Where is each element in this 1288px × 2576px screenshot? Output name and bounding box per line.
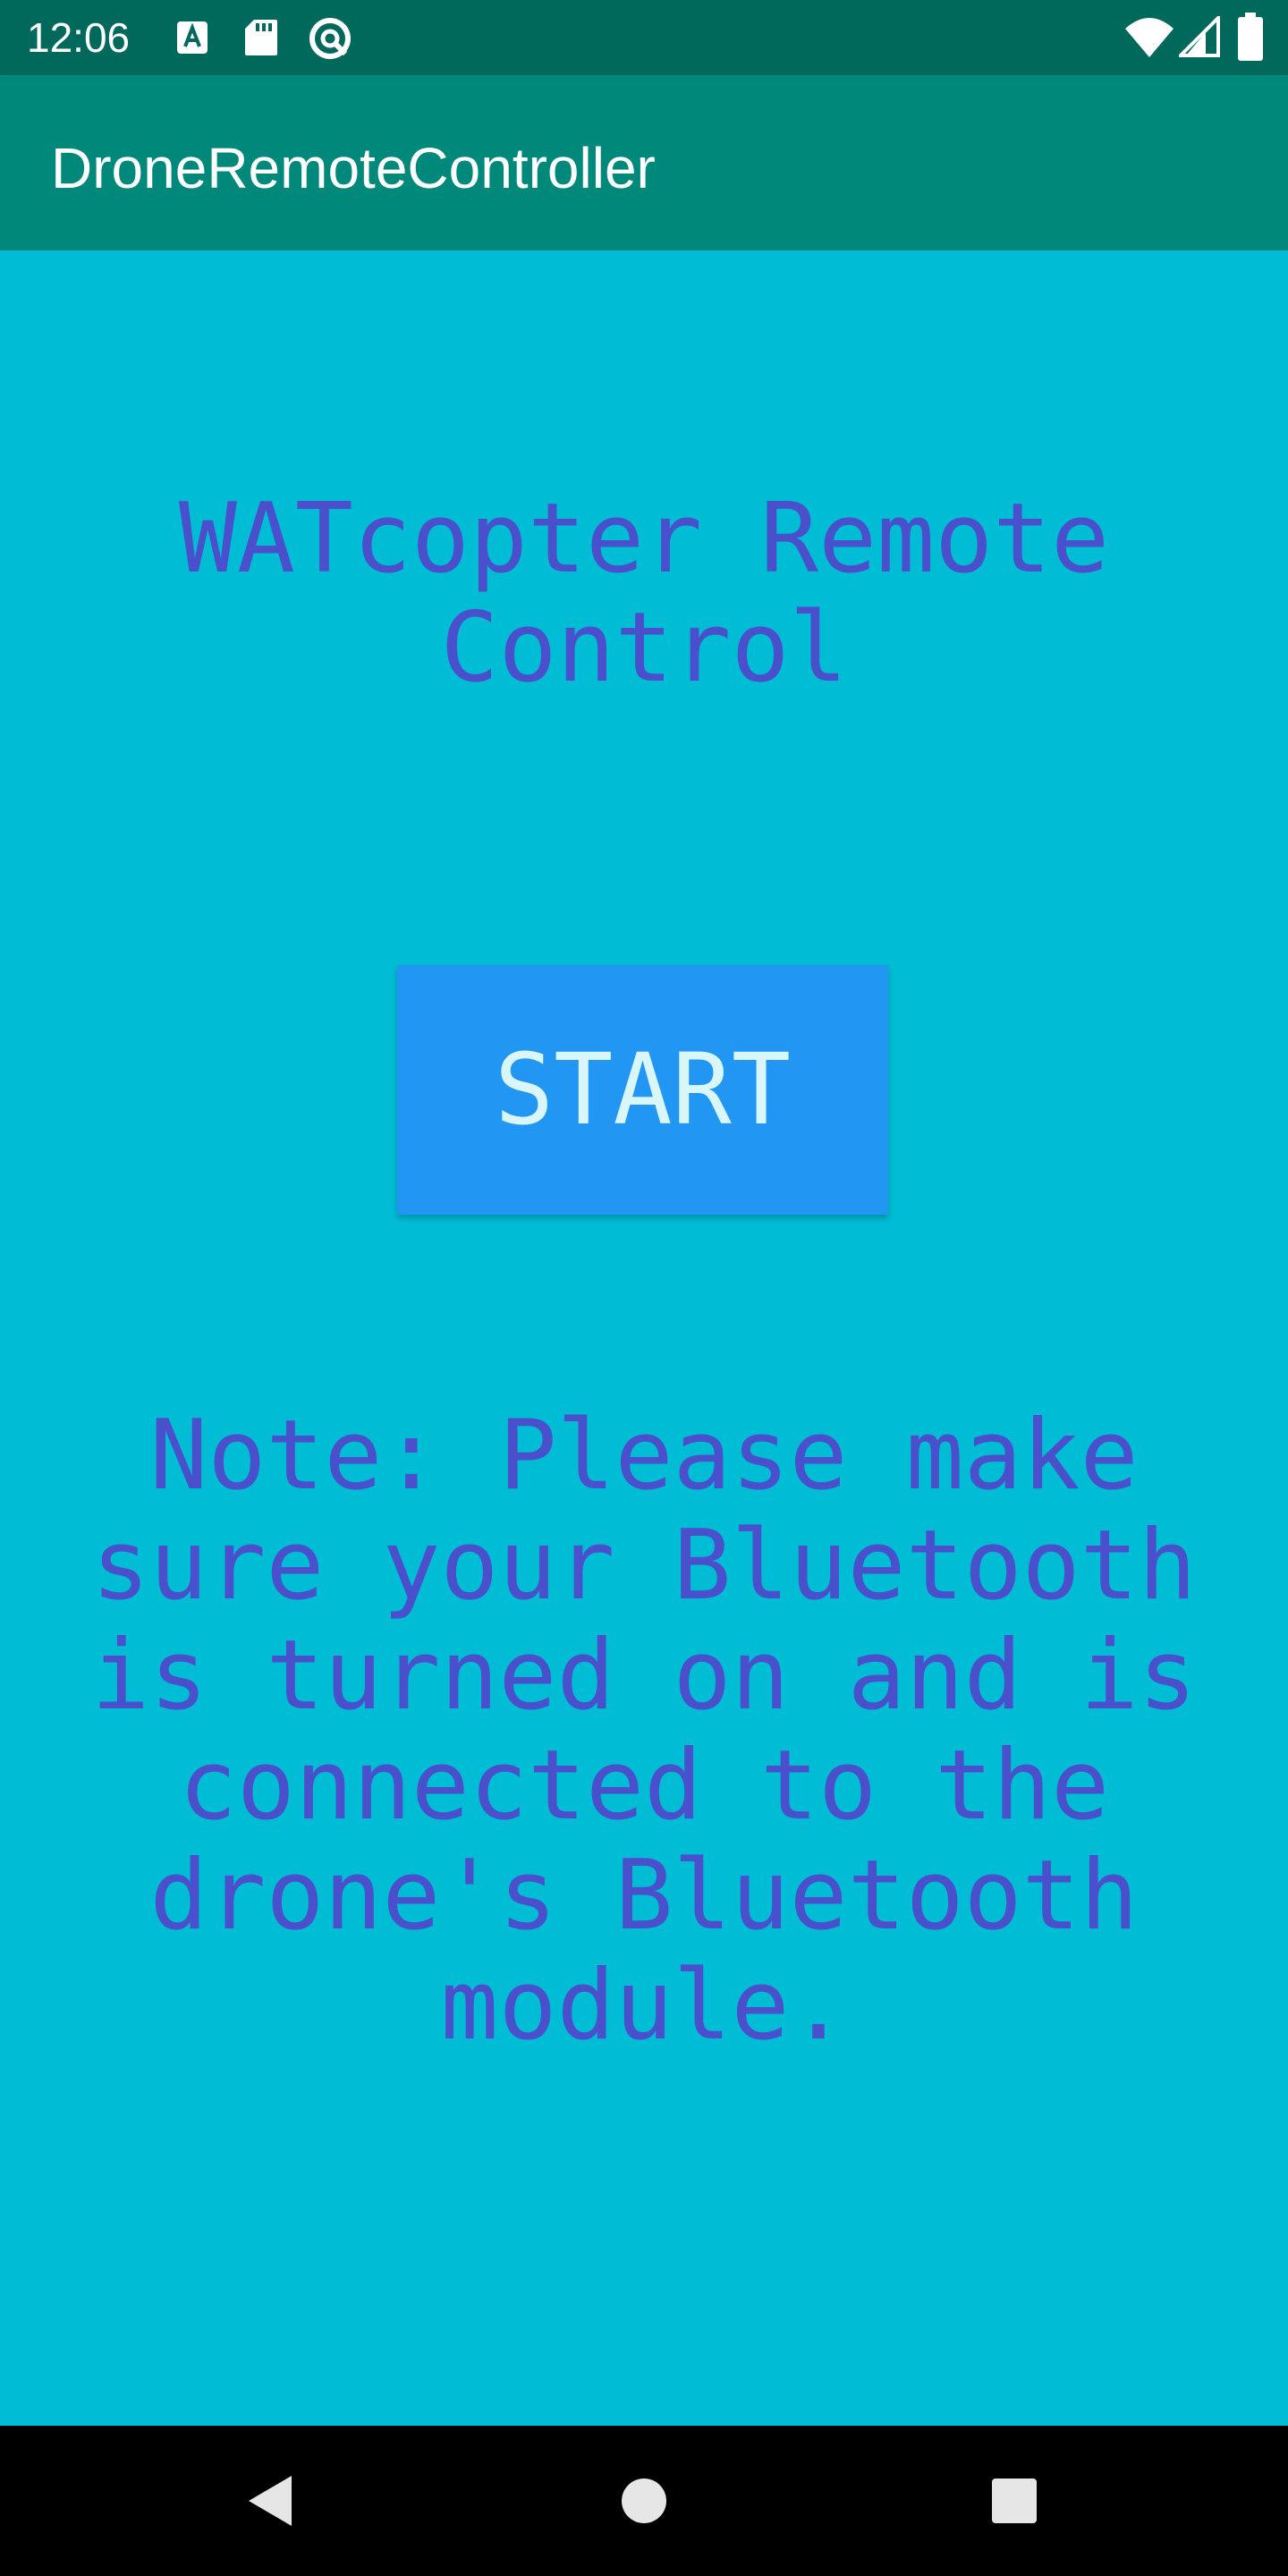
start-button[interactable]: START [397, 965, 888, 1215]
navigation-bar [0, 2426, 1288, 2576]
sd-card-icon [245, 20, 277, 55]
status-bar: 12:06 [0, 0, 1288, 75]
app-title: DroneRemoteController [51, 136, 656, 200]
status-time: 12:06 [27, 14, 131, 61]
bluetooth-note: Note: Please make sure your Bluetooth is… [91, 1400, 1197, 2062]
main-content: WATcopter Remote Control START Note: Ple… [0, 250, 1288, 2426]
cellular-signal-icon [1179, 16, 1220, 57]
home-icon[interactable] [594, 2451, 694, 2551]
app-bar: DroneRemoteController [0, 75, 1288, 250]
back-icon[interactable] [218, 2451, 318, 2551]
page-heading: WATcopter Remote Control [178, 483, 1110, 704]
battery-icon [1238, 13, 1263, 61]
recents-icon[interactable] [964, 2451, 1064, 2551]
wifi-icon [1125, 18, 1174, 57]
sync-icon [309, 18, 351, 59]
font-icon [177, 21, 208, 54]
